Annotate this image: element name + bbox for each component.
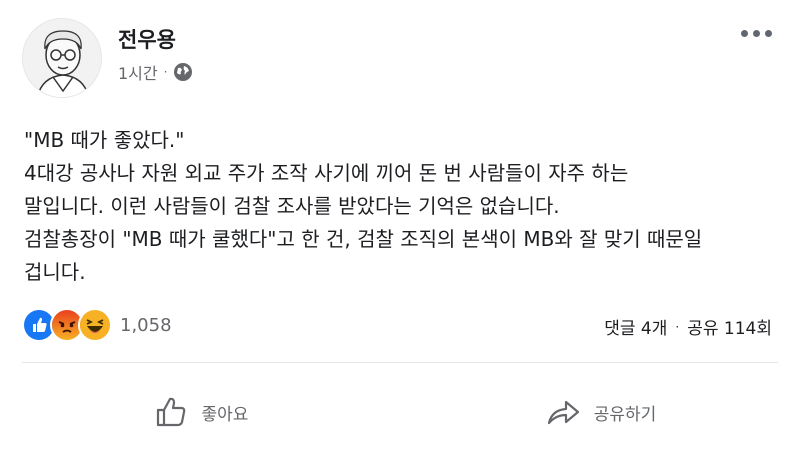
- stats-separator: ·: [675, 319, 680, 334]
- post-text-line: "MB 때가 좋았다.": [24, 128, 185, 152]
- post-actions: 좋아요 공유하기: [0, 380, 800, 444]
- post-text-line: 말입니다. 이런 사람들이 검찰 조사를 받았다는 기억은 없습니다.: [24, 194, 560, 218]
- share-button[interactable]: 공유하기: [400, 380, 800, 444]
- meta-separator: ·: [163, 65, 168, 79]
- avatar[interactable]: [22, 18, 102, 98]
- haha-icon: [78, 308, 112, 342]
- post-text-line: 검찰총장이 "MB 때가 쿨했다"고 한 건, 검찰 조직의 본색이 MB와 잘…: [24, 227, 703, 251]
- thumbs-up-icon: [156, 397, 185, 427]
- globe-icon[interactable]: [173, 62, 193, 82]
- like-button[interactable]: 좋아요: [0, 380, 400, 444]
- dot: [765, 30, 772, 37]
- share-button-label: 공유하기: [593, 404, 657, 425]
- dot: [741, 30, 748, 37]
- dot: [753, 30, 760, 37]
- more-options-icon[interactable]: [741, 30, 772, 37]
- author-name[interactable]: 전우용: [118, 24, 176, 54]
- like-button-label: 좋아요: [201, 404, 249, 425]
- reaction-count[interactable]: 1,058: [120, 315, 172, 336]
- divider: [22, 362, 778, 363]
- post-time[interactable]: 1시간: [118, 60, 158, 84]
- post-text-line: 4대강 공사나 자원 외교 주가 조작 사기에 끼어 돈 번 사람들이 자주 하…: [24, 161, 629, 185]
- share-arrow-icon: [547, 400, 579, 425]
- comment-count[interactable]: 댓글 4개: [604, 314, 667, 339]
- avatar-caricature-icon: [23, 19, 101, 97]
- reactions-summary[interactable]: 1,058: [22, 308, 172, 342]
- post-text-line: 겁니다.: [24, 260, 86, 284]
- facebook-post: 전우용 1시간 · "MB 때가 좋았다." 4대강 공사나 자원 외교 주가 …: [0, 0, 800, 454]
- post-text: "MB 때가 좋았다." 4대강 공사나 자원 외교 주가 조작 사기에 끼어 …: [24, 124, 784, 289]
- post-meta: 1시간 ·: [118, 60, 193, 84]
- post-stats: 댓글 4개 · 공유 114회: [604, 314, 772, 339]
- share-count[interactable]: 공유 114회: [687, 314, 772, 339]
